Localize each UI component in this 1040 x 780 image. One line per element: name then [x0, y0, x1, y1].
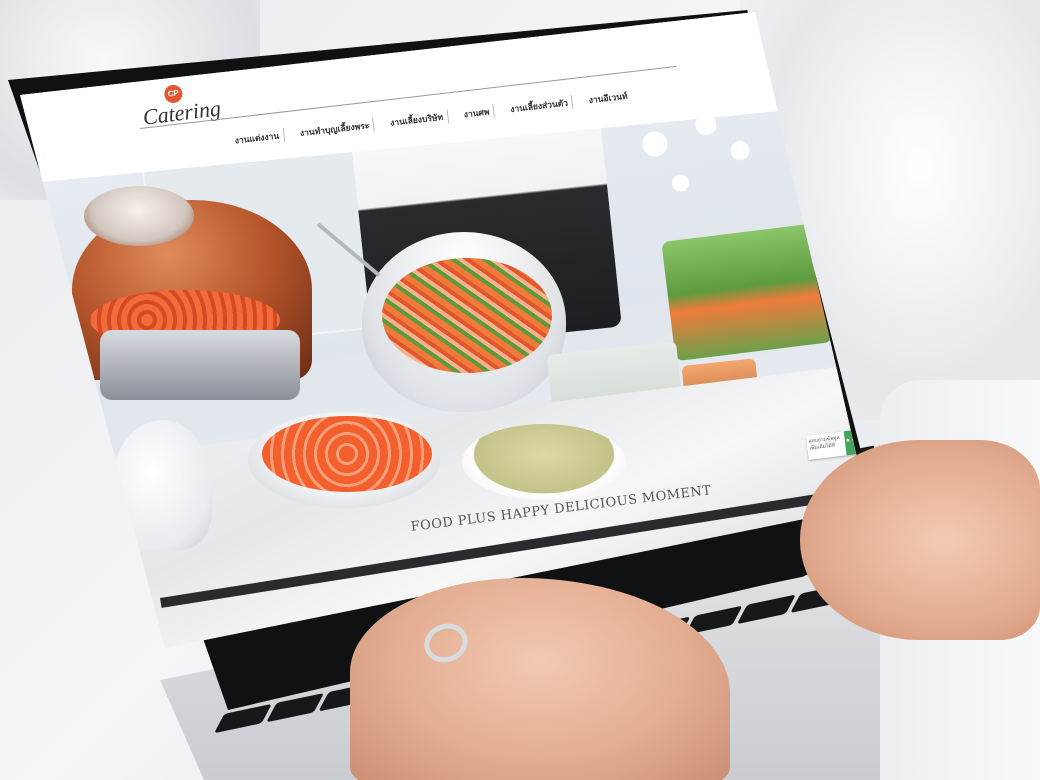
keyboard-key: [214, 703, 273, 733]
white-teapot: [112, 420, 212, 550]
right-hand: [800, 440, 1040, 640]
facebook-icon[interactable]: f: [662, 2, 665, 11]
vegetable-tray: [661, 222, 833, 362]
messenger-icon[interactable]: ✉: [672, 0, 678, 10]
phone-number[interactable]: 085 884 0691: [598, 12, 655, 18]
chafing-dish-lid: [84, 186, 194, 246]
chat-widget-text: สอบถามข้อมูลเพิ่มเติมได้ที่: [806, 431, 847, 460]
chafing-dish-base: [100, 330, 300, 400]
grilled-prawns: [262, 416, 432, 492]
nav-contact[interactable]: ติดต่อเรา: [539, 12, 576, 27]
nav-gallery[interactable]: แกลลอรี่: [499, 14, 533, 32]
keyboard-key: [737, 594, 796, 624]
phone-icon: ☎: [582, 10, 592, 20]
language-en[interactable]: EN: [704, 0, 716, 6]
language-th[interactable]: TH: [685, 0, 697, 8]
green-curry-bowl: [462, 424, 626, 500]
seafood-salad: [382, 258, 552, 373]
